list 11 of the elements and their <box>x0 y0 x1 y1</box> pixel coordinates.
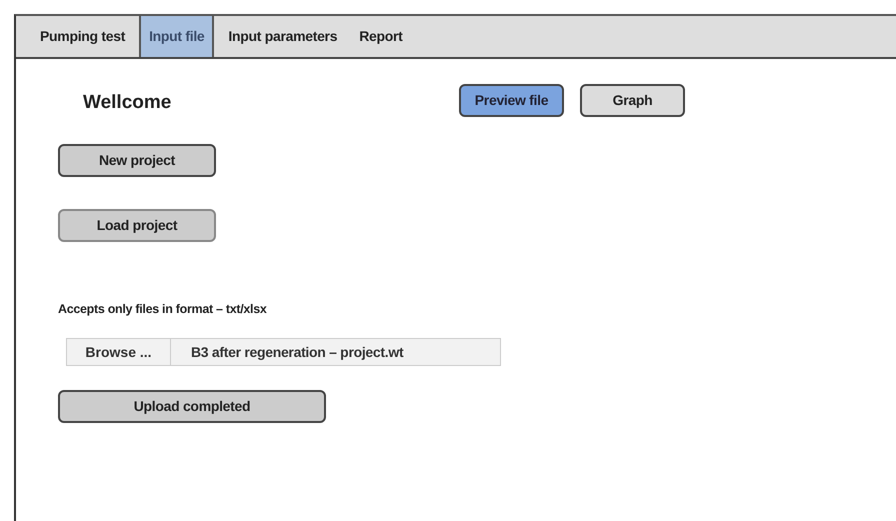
load-project-button[interactable]: Load project <box>58 208 216 242</box>
tab[interactable]: Pumping test <box>32 16 134 57</box>
tab[interactable]: Report <box>351 16 411 57</box>
new-project-button[interactable]: New project <box>58 144 216 176</box>
graph-button[interactable]: Graph <box>580 84 685 117</box>
upload-completed-button[interactable]: Upload completed <box>58 390 326 424</box>
welcome-heading: Wellcome <box>83 91 172 115</box>
tab[interactable]: Input parameters <box>220 16 346 57</box>
format-note: Accepts only files in format – txt/xlsx <box>58 300 267 318</box>
preview-file-button[interactable]: Preview file <box>459 84 564 117</box>
tab[interactable]: Input file <box>139 16 214 57</box>
